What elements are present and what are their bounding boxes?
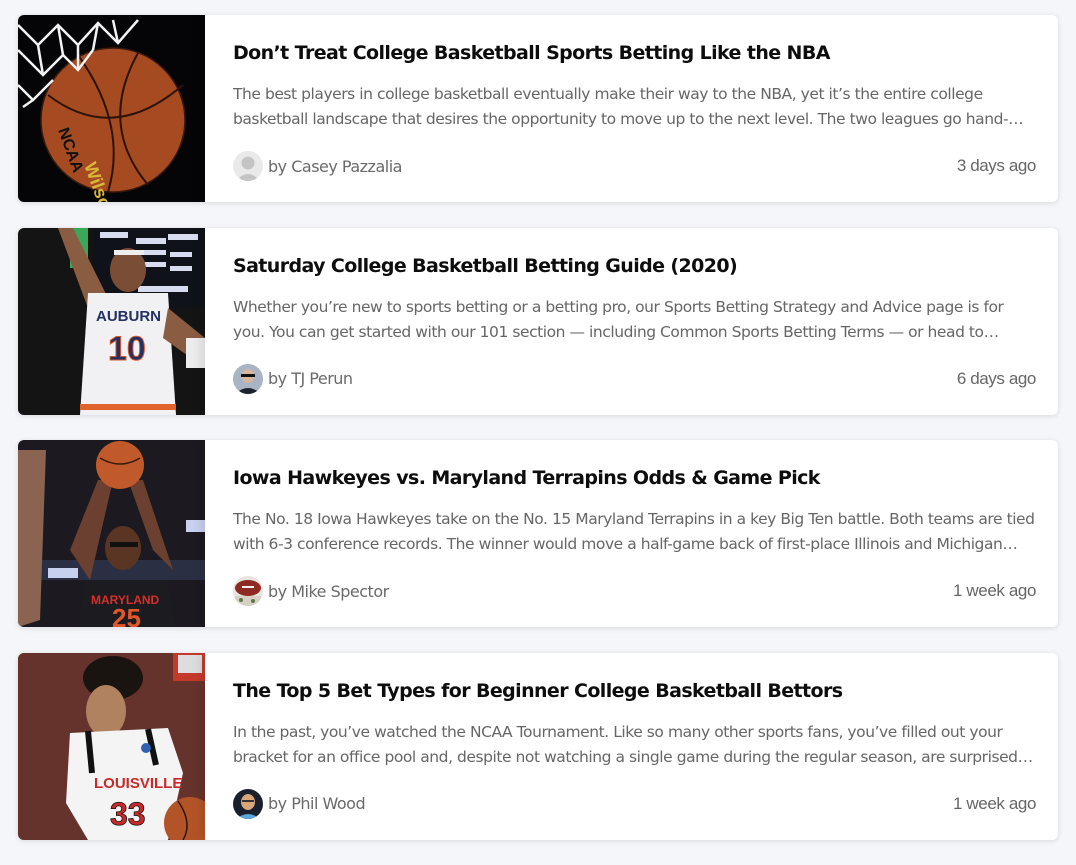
article-card[interactable]: LOUISVILLE 33 The Top 5 Bet Types for Be… (18, 652, 1058, 840)
maryland-player-photo: MARYLAND 25 (18, 440, 205, 627)
post-time: 6 days ago (956, 368, 1037, 388)
author[interactable]: by Phil Wood (233, 788, 366, 819)
basketball-net-photo: Wilson NCAA (18, 15, 205, 202)
article-excerpt: In the past, you’ve watched the NCAA Tou… (233, 722, 1018, 766)
author-name[interactable]: by Mike Spector (268, 582, 389, 601)
article-body: Don’t Treat College Basketball Sports Be… (205, 15, 1058, 202)
article-card[interactable]: AUBURN 10 Saturday College Basketball Be… (18, 227, 1058, 415)
author-name[interactable]: by Phil Wood (268, 794, 366, 813)
article-thumbnail[interactable]: LOUISVILLE 33 (18, 652, 205, 840)
author-avatar-icon (233, 363, 263, 394)
article-body: Saturday College Basketball Betting Guid… (205, 228, 1058, 415)
article-title[interactable]: The Top 5 Bet Types for Beginner College… (233, 679, 1036, 703)
article-meta: by Casey Pazzalia 3 days ago (233, 151, 1036, 181)
author-avatar-icon (233, 788, 263, 819)
article-meta: by Phil Wood 1 week ago (233, 788, 1036, 819)
article-excerpt: Whether you’re new to sports betting or … (233, 297, 1004, 341)
article-title[interactable]: Iowa Hawkeyes vs. Maryland Terrapins Odd… (233, 466, 1036, 490)
article-excerpt: The best players in college basketball e… (233, 85, 1009, 128)
author[interactable]: by TJ Perun (233, 363, 353, 394)
jersey-team-text: LOUISVILLE (94, 775, 182, 792)
author[interactable]: by Mike Spector (233, 576, 389, 606)
football-avatar-icon (233, 576, 263, 606)
article-thumbnail[interactable]: AUBURN 10 (18, 227, 205, 415)
article-body: The Top 5 Bet Types for Beginner College… (205, 653, 1058, 840)
article-feed: Wilson NCAA Don’t Treat College Basketba… (18, 15, 1058, 865)
article-thumbnail[interactable]: Wilson NCAA (18, 15, 205, 202)
jersey-number-text: 10 (108, 330, 146, 368)
post-time: 1 week ago (953, 581, 1036, 600)
louisville-player-photo: LOUISVILLE 33 (18, 652, 205, 840)
article-body: Iowa Hawkeyes vs. Maryland Terrapins Odd… (205, 440, 1058, 627)
article-meta: by Mike Spector 1 week ago (233, 576, 1036, 606)
author-name[interactable]: by TJ Perun (268, 369, 353, 388)
jersey-number-text: 33 (110, 796, 146, 832)
jersey-team-text: AUBURN (96, 308, 161, 325)
auburn-player-photo: AUBURN 10 (18, 227, 205, 415)
article-excerpt: The No. 18 Iowa Hawkeyes take on the No.… (233, 510, 1035, 553)
author-name[interactable]: by Casey Pazzalia (268, 157, 402, 176)
article-title[interactable]: Don’t Treat College Basketball Sports Be… (233, 41, 1036, 65)
article-title[interactable]: Saturday College Basketball Betting Guid… (233, 254, 1036, 278)
jersey-number-text: 25 (112, 603, 141, 627)
article-card[interactable]: MARYLAND 25 Iowa Hawkeyes vs. Maryland T… (18, 440, 1058, 627)
default-avatar-icon (233, 151, 263, 181)
article-meta: by TJ Perun 6 days ago (233, 363, 1037, 394)
author[interactable]: by Casey Pazzalia (233, 151, 402, 181)
post-time: 1 week ago (953, 793, 1036, 813)
article-thumbnail[interactable]: MARYLAND 25 (18, 440, 205, 627)
article-card[interactable]: Wilson NCAA Don’t Treat College Basketba… (18, 15, 1058, 202)
post-time: 3 days ago (956, 156, 1037, 175)
